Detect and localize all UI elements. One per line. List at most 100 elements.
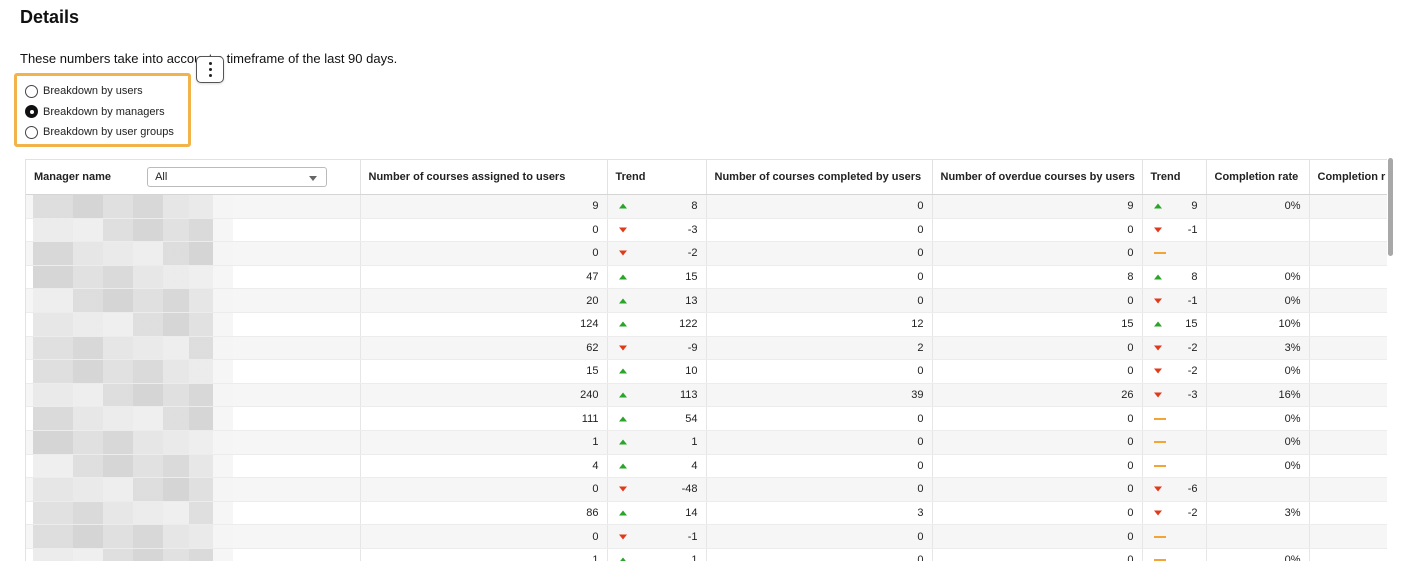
col-header-assigned[interactable]: Number of courses assigned to users <box>360 159 608 195</box>
trend-up-icon <box>1153 274 1162 280</box>
radio-breakdown-users[interactable]: Breakdown by users <box>25 81 188 102</box>
assigned-cell: 240 <box>360 383 608 408</box>
radio-breakdown-user-groups[interactable]: Breakdown by user groups <box>25 122 188 143</box>
col-header-overdue[interactable]: Number of overdue courses by users <box>932 159 1143 195</box>
trend-up-icon <box>618 439 627 445</box>
more-options-button[interactable] <box>196 56 224 83</box>
table-row[interactable]: 0 -1 0 0 <box>26 524 1387 549</box>
completed-cell: 0 <box>706 548 933 561</box>
completion-r-cell <box>1309 430 1387 455</box>
trend-overdue-cell <box>1142 430 1207 455</box>
table-row[interactable]: 124 122 12 15 15 10% <box>26 312 1387 337</box>
trend-up-icon <box>618 298 627 304</box>
trend-assigned-cell: 1 <box>607 548 707 561</box>
overdue-cell: 0 <box>932 501 1143 526</box>
col-header-completion-r[interactable]: Completion r <box>1309 159 1387 195</box>
table-row[interactable]: 62 -9 2 0 -2 3% <box>26 336 1387 361</box>
trend-up-icon <box>1153 321 1162 327</box>
redacted-name <box>33 360 233 383</box>
manager-name-cell <box>26 454 361 479</box>
manager-name-cell <box>26 359 361 384</box>
table-row[interactable]: 111 54 0 0 0% <box>26 406 1387 431</box>
trend-overdue-cell <box>1142 454 1207 479</box>
trend-assigned-cell: 1 <box>607 430 707 455</box>
manager-filter-select[interactable]: All <box>147 167 328 187</box>
trend-overdue-cell: -6 <box>1142 477 1207 502</box>
overdue-cell: 15 <box>932 312 1143 337</box>
vertical-scrollbar[interactable] <box>1388 158 1393 256</box>
completion-r-cell <box>1309 218 1387 243</box>
trend-assigned-cell: -48 <box>607 477 707 502</box>
trend-flat-icon <box>1153 417 1166 420</box>
overdue-cell: 0 <box>932 430 1143 455</box>
overdue-cell: 0 <box>932 548 1143 561</box>
table-row[interactable]: 9 8 0 9 9 0% <box>26 194 1387 219</box>
completion-rate-cell: 10% <box>1206 312 1310 337</box>
assigned-cell: 62 <box>360 336 608 361</box>
table-row[interactable]: 1 1 0 0 0% <box>26 430 1387 455</box>
table-row[interactable]: 20 13 0 0 -1 0% <box>26 288 1387 313</box>
trend-overdue-cell: -1 <box>1142 218 1207 243</box>
trend-overdue-cell <box>1142 524 1207 549</box>
trend-overdue-cell: 15 <box>1142 312 1207 337</box>
trend-up-icon <box>618 274 627 280</box>
completed-cell: 0 <box>706 430 933 455</box>
trend-up-icon <box>618 463 627 469</box>
col-header-trend-overdue[interactable]: Trend <box>1142 159 1207 195</box>
trend-flat-icon <box>1153 464 1166 467</box>
table-row[interactable]: 0 -3 0 0 -1 <box>26 218 1387 243</box>
radio-circle-icon[interactable] <box>25 84 38 98</box>
trend-overdue-cell: -3 <box>1142 383 1207 408</box>
col-header-completed[interactable]: Number of courses completed by users <box>706 159 933 195</box>
trend-down-icon <box>1153 368 1162 374</box>
trend-down-icon <box>1153 227 1162 233</box>
completed-cell: 0 <box>706 241 933 266</box>
col-header-trend-assigned[interactable]: Trend <box>607 159 707 195</box>
manager-name-cell <box>26 477 361 502</box>
completion-rate-cell: 3% <box>1206 501 1310 526</box>
col-header-completion-rate[interactable]: Completion rate <box>1206 159 1310 195</box>
table-row[interactable]: 0 -48 0 0 -6 <box>26 477 1387 502</box>
completion-rate-cell: 0% <box>1206 406 1310 431</box>
assigned-cell: 15 <box>360 359 608 384</box>
trend-overdue-cell: -2 <box>1142 336 1207 361</box>
trend-overdue-cell <box>1142 406 1207 431</box>
manager-name-cell <box>26 265 361 290</box>
trend-assigned-cell: 113 <box>607 383 707 408</box>
table-row[interactable]: 47 15 0 8 8 0% <box>26 265 1387 290</box>
manager-name-cell <box>26 406 361 431</box>
col-header-manager-name[interactable]: Manager name All <box>26 159 361 195</box>
overdue-cell: 0 <box>932 288 1143 313</box>
redacted-name <box>33 501 233 525</box>
trend-down-icon <box>1153 345 1162 351</box>
completion-r-cell <box>1309 383 1387 408</box>
assigned-cell: 111 <box>360 406 608 431</box>
table-row[interactable]: 4 4 0 0 0% <box>26 454 1387 479</box>
table-row[interactable]: 240 113 39 26 -3 16% <box>26 383 1387 408</box>
dot-icon <box>208 74 212 77</box>
overdue-cell: 0 <box>932 406 1143 431</box>
radio-checked-icon[interactable] <box>25 105 38 119</box>
table-row[interactable]: 1 1 0 0 0% <box>26 548 1387 561</box>
trend-down-icon <box>1153 486 1162 492</box>
table-row[interactable]: 86 14 3 0 -2 3% <box>26 501 1387 526</box>
table-header-row: Manager name All Number of courses assig… <box>26 159 1387 195</box>
trend-up-icon <box>618 510 627 516</box>
chevron-down-icon <box>309 176 318 181</box>
manager-name-cell <box>26 524 361 549</box>
trend-up-icon <box>618 368 627 374</box>
overdue-cell: 0 <box>932 336 1143 361</box>
radio-breakdown-managers[interactable]: Breakdown by managers <box>25 102 188 123</box>
overdue-cell: 8 <box>932 265 1143 290</box>
completion-rate-cell: 0% <box>1206 265 1310 290</box>
table-row[interactable]: 0 -2 0 0 <box>26 241 1387 266</box>
radio-label: Breakdown by managers <box>43 105 165 118</box>
completion-r-cell <box>1309 359 1387 384</box>
trend-overdue-cell: 9 <box>1142 194 1207 219</box>
trend-down-icon <box>618 534 627 540</box>
assigned-cell: 47 <box>360 265 608 290</box>
table-row[interactable]: 15 10 0 0 -2 0% <box>26 359 1387 384</box>
trend-assigned-cell: -2 <box>607 241 707 266</box>
trend-assigned-cell: -1 <box>607 524 707 549</box>
radio-circle-icon[interactable] <box>25 125 38 139</box>
